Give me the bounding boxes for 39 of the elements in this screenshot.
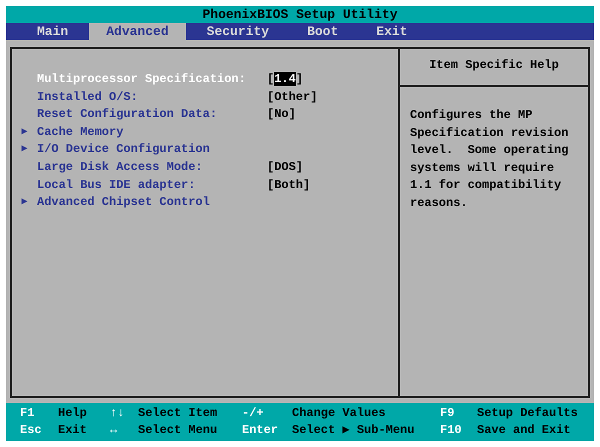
submenu-item[interactable]: I/O Device Configuration <box>37 141 267 159</box>
setting-value[interactable]: [DOS] <box>267 158 304 177</box>
key-label: ↑↓ <box>110 405 126 422</box>
setting-value[interactable]: [Both] <box>267 176 310 194</box>
menu-tab[interactable]: Advanced <box>89 23 186 40</box>
key-label: F1 <box>20 405 36 422</box>
key-label: Enter <box>242 422 280 439</box>
setting-label[interactable]: Large Disk Access Mode: <box>37 158 267 177</box>
key-label: F10 <box>440 422 463 439</box>
submenu-marker: ▶ <box>21 144 28 156</box>
key-action: Save and Exit <box>477 422 572 439</box>
help-title: Item Specific Help <box>400 49 588 87</box>
key-action: Select Item <box>138 405 218 422</box>
setting-value[interactable]: [1.4] <box>267 71 304 89</box>
key-label: -/+ <box>242 405 265 422</box>
setting-label[interactable]: Reset Configuration Data: <box>37 106 267 124</box>
menu-tab[interactable]: Boot <box>290 23 356 40</box>
submenu-item[interactable]: Cache Memory <box>37 124 267 142</box>
help-text: Configures the MP Specification revision level. Some operating systems will require 1.1 for compatibility reasons. <box>410 107 570 212</box>
setting-value[interactable]: [No] <box>267 106 296 124</box>
key-label: ↔ <box>110 422 118 439</box>
key-label: Esc <box>20 422 43 439</box>
menu-tab[interactable]: Exit <box>359 23 424 40</box>
menu-tab[interactable]: Main <box>20 23 86 40</box>
key-label: F9 <box>440 405 456 422</box>
key-action: Exit <box>58 422 88 439</box>
submenu-marker: ▶ <box>21 197 28 208</box>
key-action: Select ▶ Sub-Menu <box>292 422 416 439</box>
setting-label[interactable]: Installed O/S: <box>37 88 267 106</box>
submenu-item[interactable]: Advanced Chipset Control <box>37 194 267 212</box>
setting-label[interactable]: Local Bus IDE adapter: <box>37 176 267 194</box>
window-title: PhoenixBIOS Setup Utility <box>6 6 594 23</box>
key-action: Setup Defaults <box>477 405 579 422</box>
key-action: Change Values <box>292 405 387 422</box>
submenu-marker: ▶ <box>21 126 28 138</box>
menu-tab[interactable]: Security <box>190 23 286 40</box>
setting-value[interactable]: [Other] <box>267 88 318 106</box>
key-action: Help <box>58 405 88 422</box>
key-action: Select Menu <box>138 422 218 439</box>
